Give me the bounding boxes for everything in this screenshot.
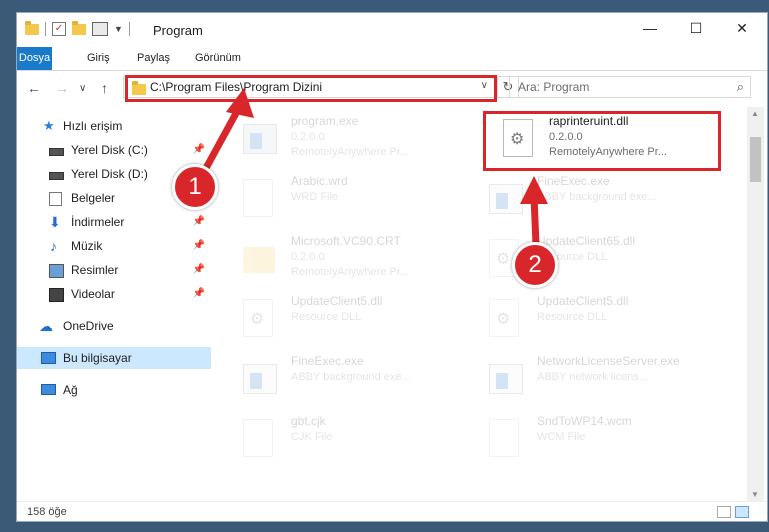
annotation-arrows: [201, 88, 548, 246]
annotation-badge-2: 2: [512, 242, 558, 288]
arrow-head-1: [226, 88, 254, 118]
arrow-head-2: [520, 176, 548, 204]
annotation-badge-1: 1: [172, 164, 218, 210]
arrow-line-1: [201, 104, 244, 172]
